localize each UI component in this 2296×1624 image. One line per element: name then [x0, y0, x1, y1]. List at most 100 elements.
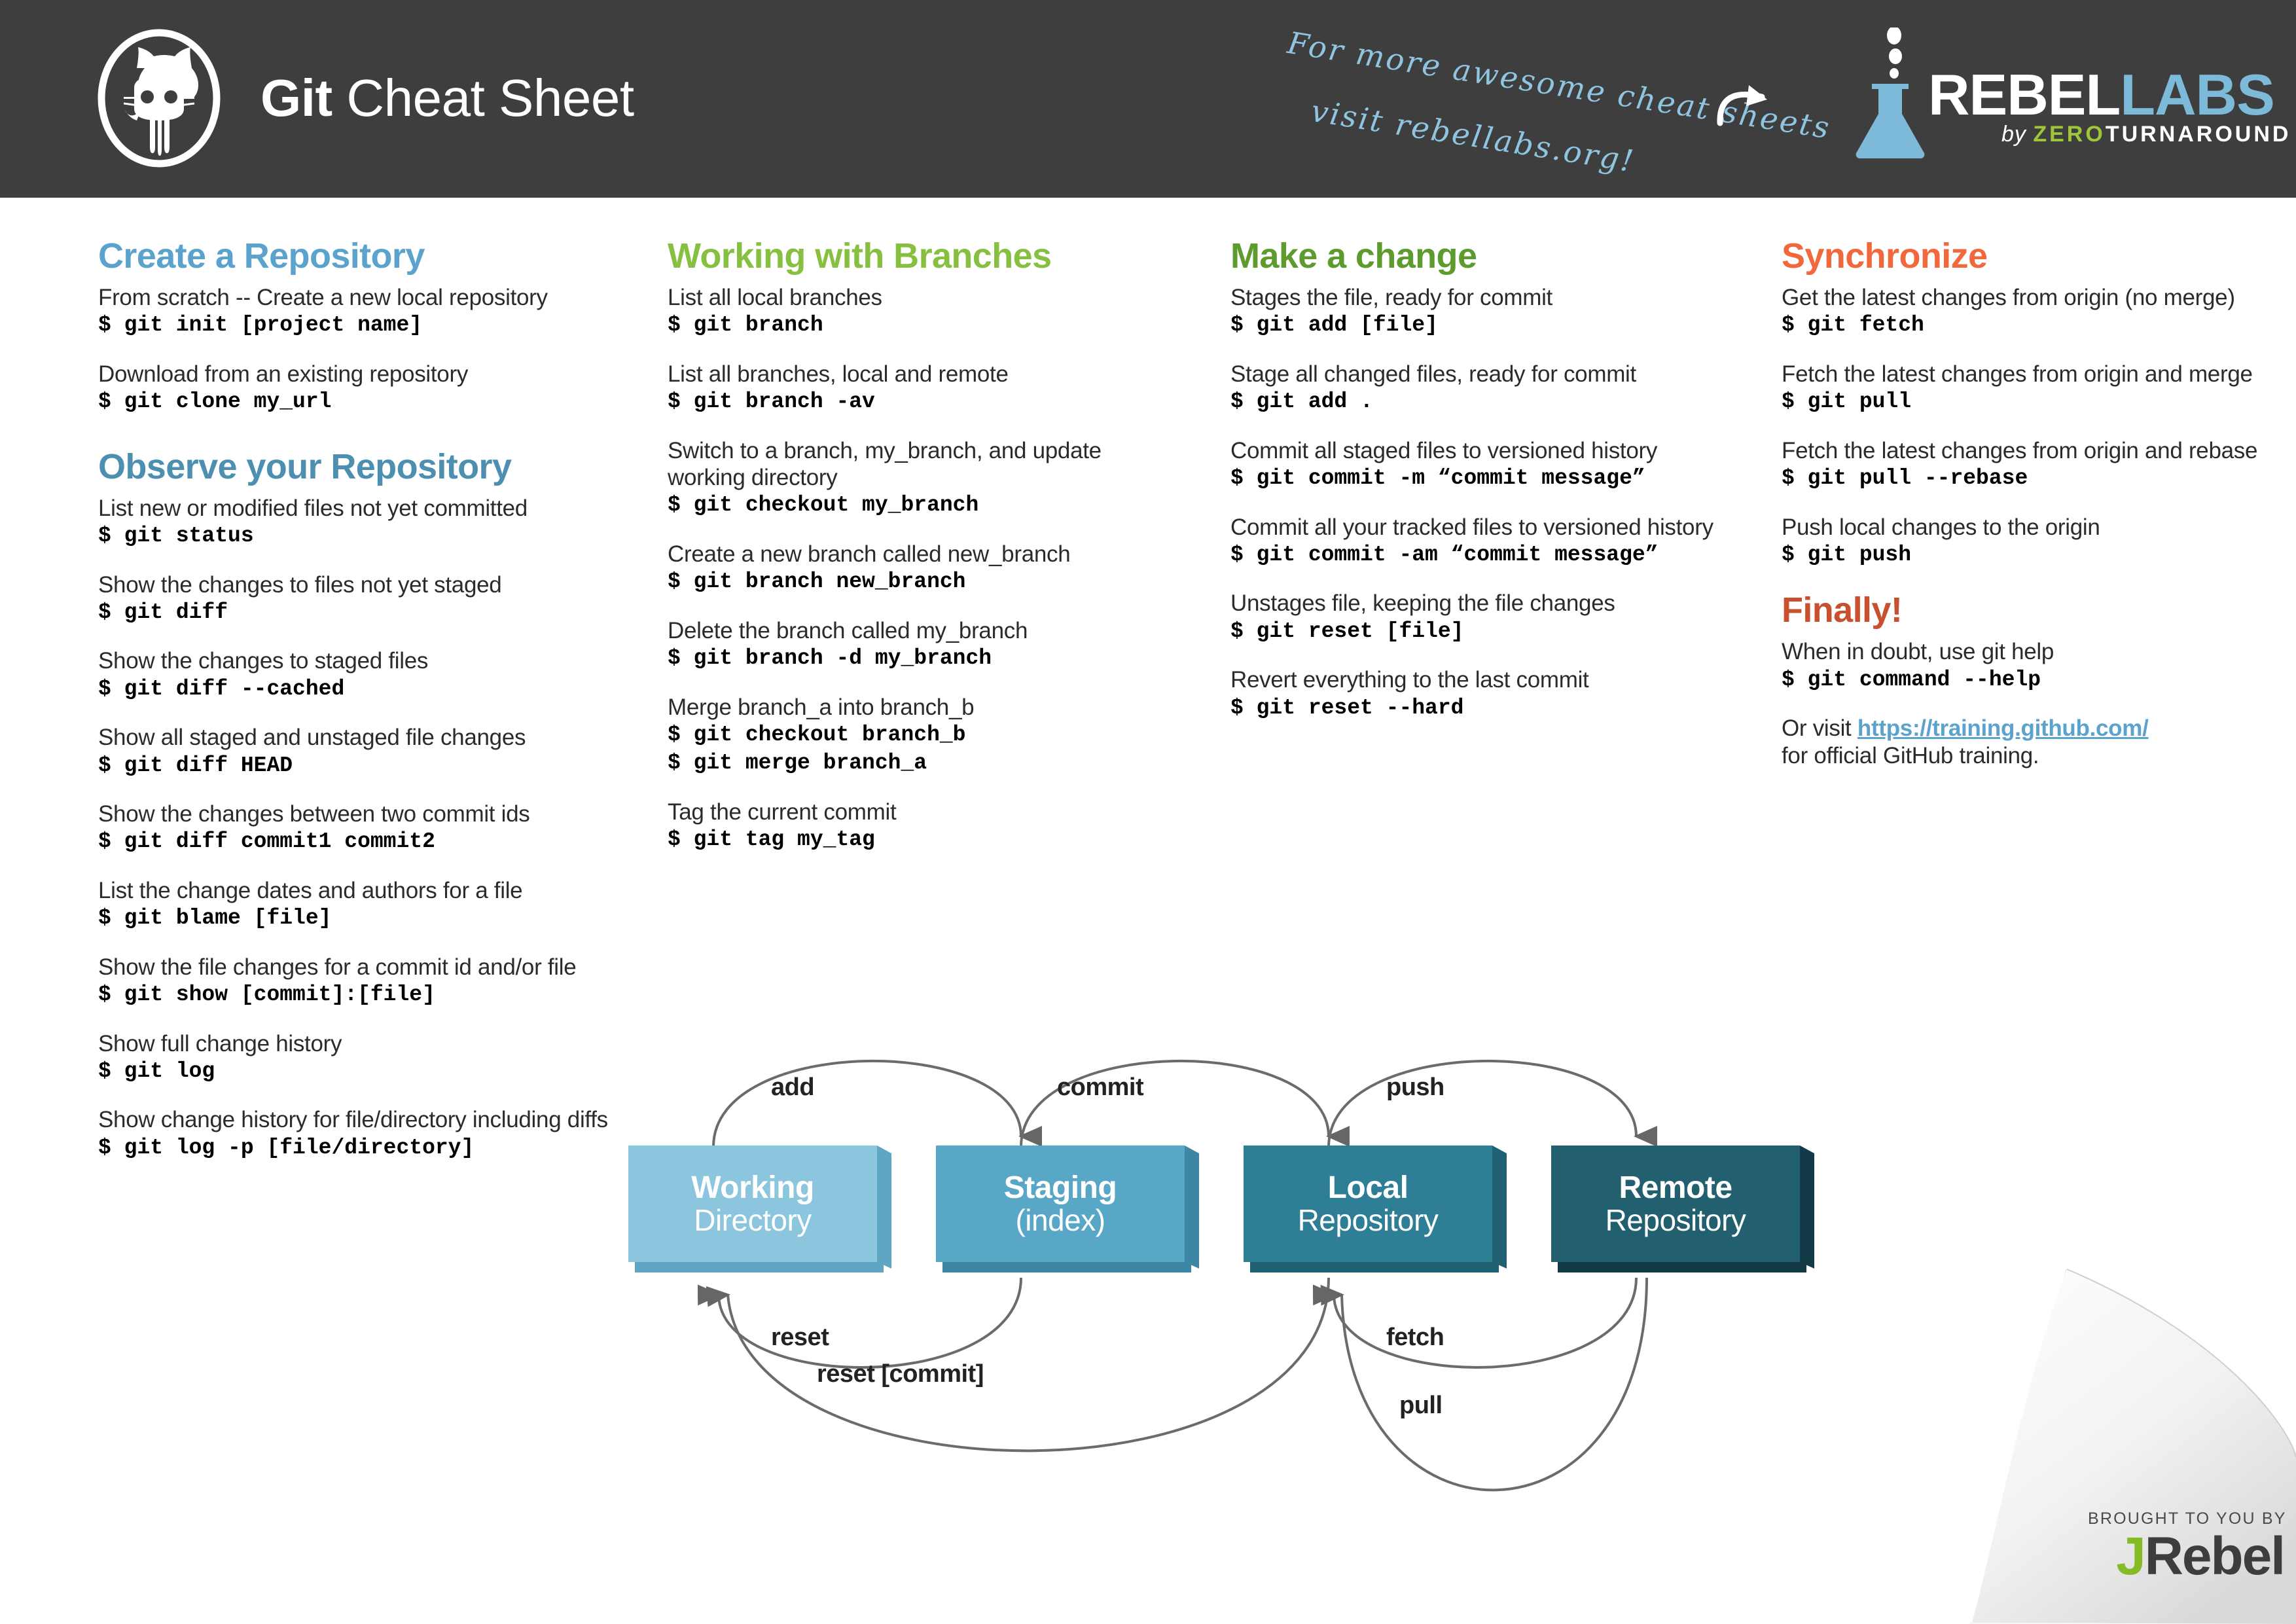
entry-command[interactable]: $ git diff --cached	[98, 675, 615, 704]
box-label: Working Directory	[628, 1146, 877, 1262]
box-subtitle: Directory	[694, 1203, 812, 1238]
entry-command[interactable]: $ git clone my_url	[98, 388, 615, 416]
rebellabs-rebel-text: REBEL	[1928, 62, 2121, 127]
diagram-box-staging-index: Staging (index)	[936, 1146, 1199, 1272]
entry-command[interactable]: $ git branch	[668, 311, 1185, 340]
github-training-link[interactable]: https://training.github.com/	[1857, 715, 2149, 741]
box-label: Remote Repository	[1551, 1146, 1800, 1262]
entry-description: Tag the current commit	[668, 799, 897, 825]
box-title: Remote	[1619, 1170, 1732, 1205]
entry-description: Show full change history	[98, 1030, 342, 1056]
entry-git-help: When in doubt, use git help $ git comman…	[1782, 638, 2266, 694]
entry-command[interactable]: $ git init [project name]	[98, 311, 615, 340]
entry-command[interactable]: $ git reset [file]	[1230, 617, 1754, 646]
git-cheat-sheet-page: Git Cheat Sheet For more awesome cheat s…	[0, 0, 2296, 1624]
entry-git-clone: Download from an existing repository $ g…	[98, 361, 615, 416]
page-title-bold: Git	[260, 69, 332, 127]
box-side-face	[1185, 1146, 1199, 1269]
rebellabs-tagline: by ZEROTURNAROUND	[2001, 122, 2291, 147]
entry-command[interactable]: $ git branch -d my_branch	[668, 644, 1185, 673]
entry-command[interactable]: $ git diff commit1 commit2	[98, 827, 615, 856]
box-title: Staging	[1003, 1170, 1117, 1205]
entry-description: Commit all your tracked files to version…	[1230, 514, 1713, 540]
entry-description: Stages the file, ready for commit	[1230, 285, 1552, 310]
diagram-label-commit: commit	[1057, 1074, 1144, 1101]
entry-git-push: Push local changes to the origin $ git p…	[1782, 514, 2266, 569]
rebellabs-wordmark: REBELLABS	[1928, 62, 2275, 128]
column-working-with-branches: Working with Branches List all local bra…	[668, 236, 1185, 875]
entry-description: Show change history for file/directory i…	[98, 1107, 608, 1133]
entry-command[interactable]: $ git tag my_tag	[668, 825, 1185, 854]
entry-command[interactable]: $ git commit -am “commit message”	[1230, 541, 1754, 569]
rebellabs-logo: REBELLABS by ZEROTURNAROUND	[1844, 26, 2288, 158]
diagram-label-fetch: fetch	[1386, 1324, 1444, 1351]
outro-suffix: for official GitHub training.	[1782, 742, 2039, 768]
brought-to-you-by-text: BROUGHT TO YOU BY	[2088, 1509, 2287, 1528]
entry-git-pull: Fetch the latest changes from origin and…	[1782, 361, 2266, 416]
tagline-by: by	[2001, 122, 2034, 147]
entry-command[interactable]: $ git diff	[98, 598, 615, 627]
jrebel-footer-brand: BROUGHT TO YOU BY JRebel	[2088, 1509, 2287, 1583]
entry-description: List the change dates and authors for a …	[98, 877, 523, 903]
entry-command[interactable]: $ git checkout branch_b	[668, 721, 1185, 749]
entry-command[interactable]: $ git log -p [file/directory]	[98, 1134, 615, 1163]
entry-description: List all branches, local and remote	[668, 361, 1009, 387]
entry-command[interactable]: $ git add [file]	[1230, 311, 1754, 340]
entry-description: Get the latest changes from origin (no m…	[1782, 285, 2235, 310]
diagram-arrows	[697, 1059, 1658, 1492]
box-side-face	[1492, 1146, 1507, 1269]
box-label: Local Repository	[1244, 1146, 1492, 1262]
entry-command[interactable]: $ git pull	[1782, 388, 2266, 416]
diagram-box-local-repository: Local Repository	[1244, 1146, 1507, 1272]
entry-command[interactable]: $ git fetch	[1782, 311, 2266, 340]
entry-command[interactable]: $ git command --help	[1782, 666, 2266, 695]
entry-command[interactable]: $ git branch -av	[668, 388, 1185, 416]
entry-description: Unstages file, keeping the file changes	[1230, 590, 1615, 617]
entry-command[interactable]: $ git push	[1782, 541, 2266, 569]
entry-command[interactable]: $ git checkout my_branch	[668, 491, 1185, 520]
jrebel-logo-j: J	[2116, 1526, 2146, 1586]
entry-command[interactable]: $ git blame [file]	[98, 904, 615, 933]
entry-git-diff: Show the changes to files not yet staged…	[98, 571, 615, 627]
entry-command[interactable]: $ git commit -m “commit message”	[1230, 464, 1754, 493]
entry-git-fetch: Get the latest changes from origin (no m…	[1782, 284, 2266, 340]
entry-command[interactable]: $ git pull --rebase	[1782, 464, 2266, 493]
outro-prefix: Or visit	[1782, 715, 1857, 742]
entry-description: Fetch the latest changes from origin and…	[1782, 437, 2258, 463]
diagram-label-add: add	[771, 1074, 815, 1101]
page-header: Git Cheat Sheet For more awesome cheat s…	[0, 0, 2296, 198]
entry-description: Show the changes to staged files	[98, 648, 429, 674]
entry-command[interactable]: $ git branch new_branch	[668, 568, 1185, 596]
diagram-label-reset: reset	[771, 1324, 829, 1351]
column-make-a-change: Make a change Stages the file, ready for…	[1230, 236, 1754, 743]
entry-git-add-file: Stages the file, ready for commit $ git …	[1230, 284, 1754, 340]
entry-description: From scratch -- Create a new local repos…	[98, 285, 548, 310]
entry-git-branch-new: Create a new branch called new_branch $ …	[668, 541, 1185, 596]
entry-command[interactable]: $ git show [commit]:[file]	[98, 981, 615, 1009]
curved-arrow-icon	[1713, 77, 1792, 136]
github-octocat-icon	[94, 27, 224, 169]
page-title-light: Cheat Sheet	[332, 69, 634, 127]
entry-command[interactable]: $ git add .	[1230, 388, 1754, 416]
entry-command[interactable]: $ git merge branch_a	[668, 749, 1185, 778]
box-subtitle: (index)	[1015, 1203, 1105, 1238]
entry-description: Merge branch_a into branch_b	[668, 694, 975, 720]
box-title: Local	[1327, 1170, 1408, 1205]
entry-git-diff-head: Show all staged and unstaged file change…	[98, 724, 615, 780]
entry-command[interactable]: $ git diff HEAD	[98, 751, 615, 780]
entry-command[interactable]: $ git reset --hard	[1230, 694, 1754, 723]
box-side-face	[1800, 1146, 1814, 1269]
section-heading-finally: Finally!	[1782, 590, 1903, 630]
entry-git-status: List new or modified files not yet commi…	[98, 495, 615, 550]
rebellabs-labs-text: LABS	[2120, 62, 2275, 127]
entry-description: Show all staged and unstaged file change…	[98, 725, 526, 751]
page-title: Git Cheat Sheet	[260, 68, 634, 128]
diagram-box-working-directory: Working Directory	[628, 1146, 891, 1272]
entry-command[interactable]: $ git status	[98, 522, 615, 550]
entry-command[interactable]: $ git log	[98, 1057, 615, 1086]
jrebel-logo: JRebel	[2088, 1530, 2286, 1583]
entry-description: Show the file changes for a commit id an…	[98, 954, 577, 980]
entry-github-training: Or visit https://training.github.com/ fo…	[1782, 715, 2266, 769]
entry-git-commit-am: Commit all your tracked files to version…	[1230, 514, 1754, 569]
entry-git-log: Show full change history $ git log	[98, 1030, 615, 1086]
